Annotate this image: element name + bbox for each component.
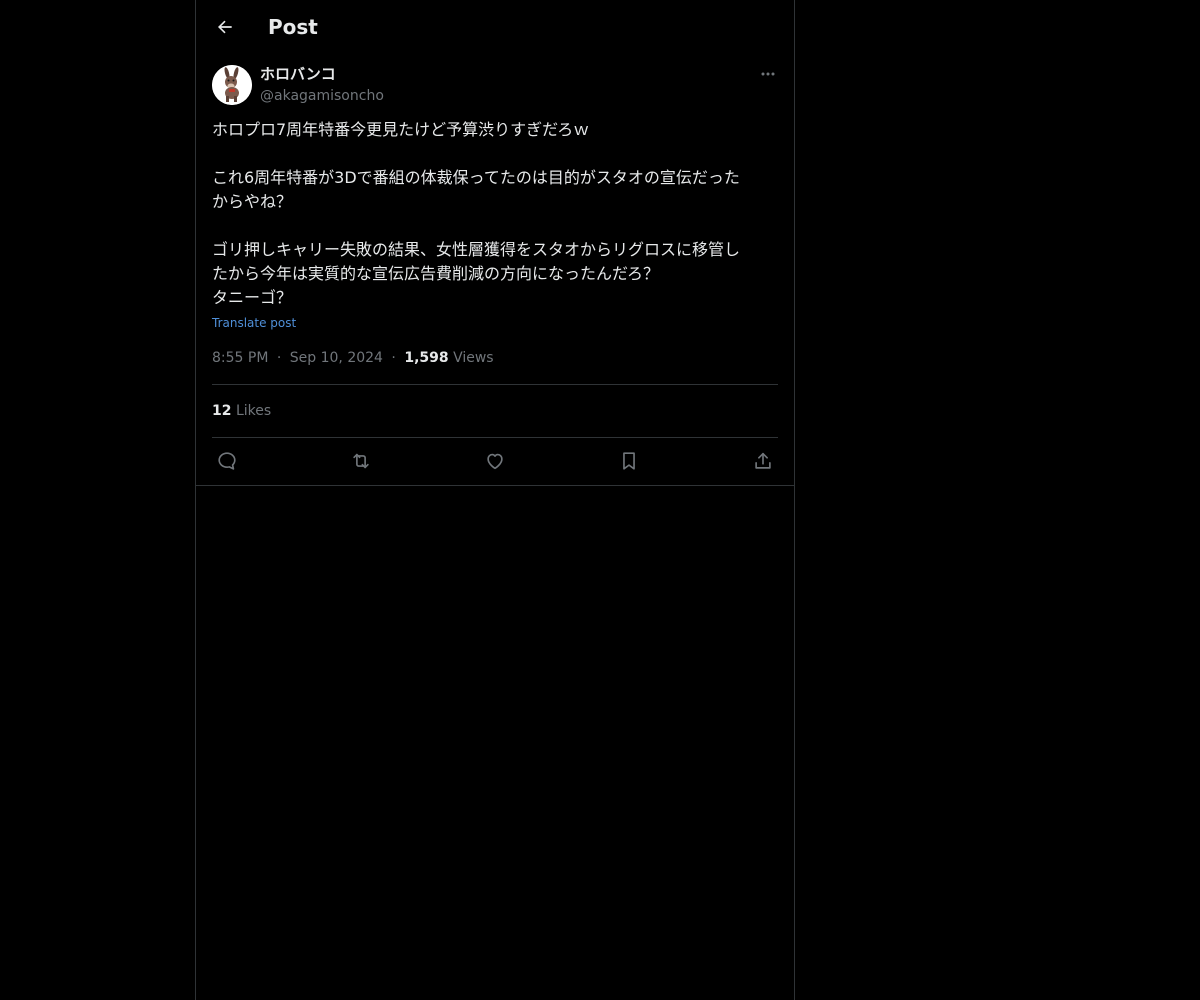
page-title: Post — [268, 15, 318, 39]
like-button[interactable] — [482, 448, 508, 474]
more-options-button[interactable] — [758, 64, 778, 84]
more-horizontal-icon — [761, 72, 775, 76]
repost-button[interactable] — [348, 448, 374, 474]
arrow-left-icon — [218, 20, 232, 34]
like-icon — [487, 453, 503, 470]
reply-button[interactable] — [214, 448, 240, 474]
bookmark-icon — [623, 452, 635, 470]
views-label: Views — [453, 350, 494, 366]
post-date[interactable]: Sep 10, 2024 — [290, 350, 383, 366]
post-text: ホロプロ7周年特番今更見たけど予算渋りすぎだろｗ これ6周年特番が3Dで番組の体… — [212, 118, 778, 310]
post-line: ホロプロ7周年特番今更見たけど予算渋りすぎだろｗ — [212, 120, 590, 139]
action-bar — [212, 448, 778, 474]
translate-post-link[interactable]: Translate post — [212, 314, 296, 332]
post-bottom-border — [196, 485, 794, 486]
bookmark-button[interactable] — [616, 448, 642, 474]
likes-stat[interactable]: 12 Likes — [212, 401, 271, 421]
author-handle[interactable]: @akagamisoncho — [260, 86, 384, 106]
views-count: 1,598 — [404, 350, 449, 366]
post-column: Post ホロバンコ @akagamisoncho ホロプロ7周年特番今更見たけ… — [195, 0, 795, 1000]
divider — [212, 384, 778, 385]
post-line-blank — [212, 214, 778, 238]
share-icon — [755, 452, 771, 469]
donkey-avatar-icon — [212, 65, 252, 105]
post-time[interactable]: 8:55 PM — [212, 350, 268, 366]
avatar[interactable] — [212, 65, 252, 105]
author-name[interactable]: ホロバンコ — [260, 64, 336, 84]
post-header: Post — [196, 0, 794, 54]
repost-icon — [353, 453, 369, 469]
likes-label: Likes — [235, 403, 272, 419]
meta-separator: · — [276, 350, 282, 366]
post-line: からやね？ — [212, 192, 293, 211]
post-line-blank — [212, 142, 778, 166]
share-button[interactable] — [750, 448, 776, 474]
post-meta: 8:55 PM · Sep 10, 2024 · 1,598 Views — [212, 348, 494, 368]
divider — [212, 437, 778, 438]
post-line: ゴリ押しキャリー失敗の結果、女性層獲得をスタオからリグロスに移管し — [212, 240, 741, 259]
post-line: タニーゴ？ — [212, 288, 293, 307]
likes-count: 12 — [212, 403, 232, 419]
reply-icon — [218, 452, 236, 470]
meta-separator: · — [391, 350, 396, 366]
back-button[interactable] — [212, 14, 238, 40]
post-line: たから今年は実質的な宣伝広告費削減の方向になったんだろ？ — [212, 264, 660, 283]
post-line: これ6周年特番が3Dで番組の体裁保ってたのは目的がスタオの宣伝だった — [212, 168, 740, 187]
